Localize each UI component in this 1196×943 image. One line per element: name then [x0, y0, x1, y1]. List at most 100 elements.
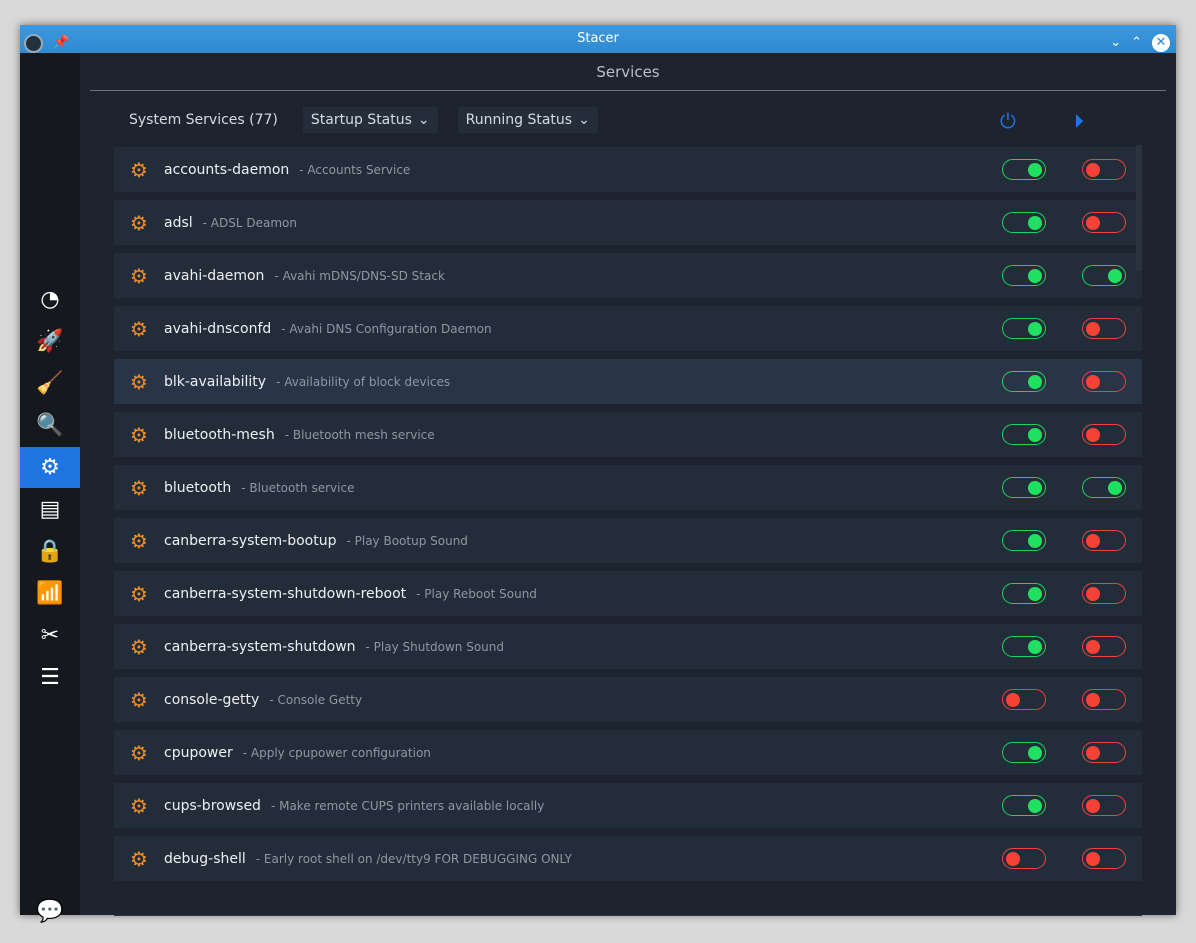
- running-toggle[interactable]: [1082, 583, 1126, 604]
- processes-icon[interactable]: ▤: [20, 489, 80, 530]
- startup-toggle[interactable]: [1002, 265, 1046, 286]
- gears-icon: ⚙: [130, 740, 148, 765]
- startup-toggle[interactable]: [1002, 477, 1046, 498]
- service-description: - Play Shutdown Sound: [365, 639, 505, 654]
- title-bar: 📌 Stacer ⌄ ⌃ ✕: [20, 25, 1176, 53]
- service-row[interactable]: ⚙ console-getty - Console Getty: [114, 677, 1142, 722]
- service-row[interactable]: ⚙ avahi-dnsconfd - Avahi DNS Configurati…: [114, 306, 1142, 351]
- running-status-dropdown[interactable]: Running Status ⌄: [457, 107, 598, 133]
- startup-toggle[interactable]: [1002, 689, 1046, 710]
- gears-icon: ⚙: [130, 157, 148, 182]
- service-row[interactable]: ⚙ adsl - ADSL Deamon: [114, 200, 1142, 245]
- service-description: - Accounts Service: [299, 162, 411, 177]
- gears-icon: ⚙: [130, 263, 148, 288]
- startup-status-dropdown[interactable]: Startup Status ⌄: [302, 107, 438, 133]
- startup-toggle[interactable]: [1002, 159, 1046, 180]
- service-name: console-getty: [164, 691, 260, 708]
- gears-icon: ⚙: [130, 581, 148, 606]
- power-icon: ⏻: [1000, 109, 1016, 133]
- startup-apps-icon[interactable]: 🚀: [20, 321, 80, 362]
- divider: [114, 915, 1142, 916]
- service-description: - Play Bootup Sound: [346, 533, 468, 548]
- gears-icon: ⚙: [130, 422, 148, 447]
- running-toggle[interactable]: [1082, 742, 1126, 763]
- gears-icon: ⚙: [130, 369, 148, 394]
- uninstaller-icon[interactable]: 🔒: [20, 531, 80, 572]
- running-toggle[interactable]: [1082, 212, 1126, 233]
- play-circle-icon: ⏵: [1073, 109, 1084, 133]
- sidebar: ◔ 🚀 🧹 🔍 ⚙ ▤ 🔒 📶 ✂ ☰ 💬: [20, 53, 80, 924]
- service-name: cups-browsed: [164, 797, 261, 814]
- startup-toggle[interactable]: [1002, 318, 1046, 339]
- dashboard-icon[interactable]: ◔: [20, 279, 80, 320]
- service-row[interactable]: ⚙ accounts-daemon - Accounts Service: [114, 147, 1142, 192]
- running-toggle[interactable]: [1082, 795, 1126, 816]
- startup-toggle[interactable]: [1002, 742, 1046, 763]
- service-row[interactable]: ⚙ bluetooth - Bluetooth service: [114, 465, 1142, 510]
- running-toggle[interactable]: [1082, 424, 1126, 445]
- services-icon[interactable]: ⚙: [20, 447, 80, 488]
- service-description: - Play Reboot Sound: [416, 586, 537, 601]
- service-row[interactable]: ⚙ cpupower - Apply cpupower configuratio…: [114, 730, 1142, 775]
- startup-toggle[interactable]: [1002, 530, 1046, 551]
- startup-toggle[interactable]: [1002, 848, 1046, 869]
- service-row[interactable]: ⚙ canberra-system-shutdown-reboot - Play…: [114, 571, 1142, 616]
- service-name: bluetooth: [164, 479, 232, 496]
- service-description: - Availability of block devices: [276, 374, 451, 389]
- resources-icon[interactable]: 📶: [20, 573, 80, 614]
- startup-toggle[interactable]: [1002, 371, 1046, 392]
- startup-toggle[interactable]: [1002, 583, 1046, 604]
- service-row[interactable]: ⚙ blk-availability - Availability of blo…: [114, 359, 1142, 404]
- running-toggle[interactable]: [1082, 318, 1126, 339]
- feedback-icon[interactable]: 💬: [20, 891, 80, 932]
- service-row[interactable]: ⚙ canberra-system-shutdown - Play Shutdo…: [114, 624, 1142, 669]
- window-title: Stacer: [577, 31, 619, 46]
- service-description: - Console Getty: [269, 692, 363, 707]
- service-name: accounts-daemon: [164, 161, 290, 178]
- gears-icon: ⚙: [130, 846, 148, 871]
- system-cleaner-icon[interactable]: 🧹: [20, 363, 80, 404]
- settings-icon[interactable]: ☰: [20, 657, 80, 698]
- gears-icon: ⚙: [130, 793, 148, 818]
- service-row[interactable]: ⚙ debug-shell - Early root shell on /dev…: [114, 836, 1142, 881]
- helpers-icon[interactable]: ✂: [20, 615, 80, 656]
- running-toggle[interactable]: [1082, 636, 1126, 657]
- app-window: 📌 Stacer ⌄ ⌃ ✕ ◔ 🚀 🧹 🔍 ⚙ ▤ 🔒 📶 ✂ ☰ 💬 Servi…: [20, 25, 1176, 924]
- service-description: - Bluetooth mesh service: [284, 427, 435, 442]
- running-toggle[interactable]: [1082, 159, 1126, 180]
- app-icon[interactable]: [24, 33, 43, 53]
- service-row[interactable]: ⚙ cups-browsed - Make remote CUPS printe…: [114, 783, 1142, 828]
- chevron-down-icon: ⌄: [578, 112, 590, 128]
- running-toggle[interactable]: [1082, 689, 1126, 710]
- running-toggle[interactable]: [1082, 265, 1126, 286]
- dropdown-label: Startup Status: [310, 112, 412, 128]
- service-description: - Avahi DNS Configuration Daemon: [281, 321, 492, 336]
- running-toggle[interactable]: [1082, 477, 1126, 498]
- running-toggle[interactable]: [1082, 371, 1126, 392]
- service-row[interactable]: ⚙ canberra-system-bootup - Play Bootup S…: [114, 518, 1142, 563]
- gears-icon: ⚙: [130, 316, 148, 341]
- gears-icon: ⚙: [130, 687, 148, 712]
- startup-toggle[interactable]: [1002, 212, 1046, 233]
- service-name: cpupower: [164, 744, 233, 761]
- startup-toggle[interactable]: [1002, 795, 1046, 816]
- service-row[interactable]: ⚙ avahi-daemon - Avahi mDNS/DNS-SD Stack: [114, 253, 1142, 298]
- scrollbar[interactable]: [1136, 145, 1142, 271]
- gears-icon: ⚙: [130, 475, 148, 500]
- search-icon[interactable]: 🔍: [20, 405, 80, 446]
- running-toggle[interactable]: [1082, 848, 1126, 869]
- chevron-down-icon: ⌄: [417, 112, 430, 128]
- service-description: - Apply cpupower configuration: [242, 745, 431, 760]
- service-name: adsl: [164, 214, 193, 231]
- service-row[interactable]: ⚙ bluetooth-mesh - Bluetooth mesh servic…: [114, 412, 1142, 457]
- dropdown-label: Running Status: [465, 112, 573, 128]
- service-description: - Make remote CUPS printers available lo…: [270, 798, 545, 813]
- service-name: canberra-system-shutdown: [164, 638, 356, 655]
- gears-icon: ⚙: [130, 528, 148, 553]
- service-name: canberra-system-shutdown-reboot: [164, 585, 407, 602]
- service-name: avahi-dnsconfd: [164, 320, 272, 337]
- startup-toggle[interactable]: [1002, 424, 1046, 445]
- running-toggle[interactable]: [1082, 530, 1126, 551]
- close-button[interactable]: ✕: [1152, 34, 1170, 52]
- startup-toggle[interactable]: [1002, 636, 1046, 657]
